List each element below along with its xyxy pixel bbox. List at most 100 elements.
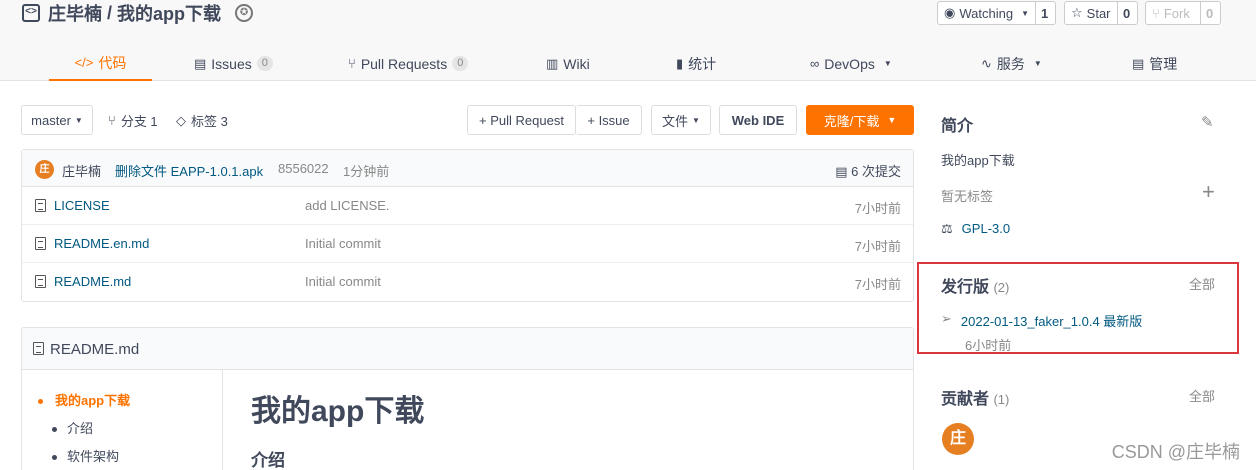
chevron-down-icon: ▼ — [1033, 59, 1042, 68]
pull-request-icon: ⑂ — [348, 56, 356, 71]
commit-time: 1分钟前 — [343, 164, 390, 179]
chart-icon: ▮ — [676, 55, 684, 71]
send-icon: ➢ — [941, 311, 952, 326]
repo-description: 我的app下载 — [941, 153, 1015, 168]
new-issue-button[interactable]: + Issue — [576, 105, 642, 135]
chevron-down-icon: ▼ — [74, 115, 83, 125]
chevron-down-icon: ▼ — [883, 59, 892, 68]
branches-link[interactable]: ⑂ 分支 1 — [108, 111, 158, 130]
file-row[interactable]: README.md Initial commit 7小时前 — [22, 263, 913, 301]
star-count[interactable]: 0 — [1118, 6, 1135, 21]
latest-commit-row: 庄 庄毕楠 删除文件 EAPP-1.0.1.apk 8556022 1分钟前 ▤… — [22, 150, 913, 187]
branch-select[interactable]: master ▼ — [21, 105, 93, 135]
star-button[interactable]: ☆ Star 0 — [1064, 1, 1138, 25]
toc-item[interactable]: 我的app下载 — [38, 390, 130, 409]
file-row[interactable]: README.en.md Initial commit 7小时前 — [22, 225, 913, 263]
tags-link[interactable]: ◇ 标签 3 — [176, 111, 228, 130]
chevron-down-icon: ▼ — [887, 115, 897, 125]
scale-icon: ⚖ — [941, 221, 953, 236]
new-pull-request-button[interactable]: + Pull Request — [467, 105, 576, 135]
fork-button[interactable]: ⑂ Fork 0 — [1145, 1, 1221, 25]
clone-download-button[interactable]: 克隆/下载 ▼ — [806, 105, 914, 135]
file-name[interactable]: LICENSE — [54, 198, 110, 213]
repo-separator: / — [102, 2, 118, 23]
readme-toc: 我的app下载 介绍 软件架构 — [22, 370, 223, 470]
releases-title: 发行版 (2) — [941, 279, 1010, 296]
file-commit-message[interactable]: Initial commit — [305, 274, 381, 289]
file-time: 7小时前 — [854, 277, 901, 292]
tab-devops[interactable]: ∞ DevOps ▼ — [810, 46, 892, 81]
pulse-icon: ∿ — [981, 55, 992, 71]
edit-icon[interactable]: ✎ — [1201, 113, 1214, 131]
star-icon: ☆ — [1071, 5, 1083, 20]
file-commit-message[interactable]: add LICENSE. — [305, 198, 390, 213]
toc-item[interactable]: 软件架构 — [52, 446, 119, 465]
commit-count-link[interactable]: ▤ 6 次提交 — [835, 161, 901, 180]
star-label[interactable]: ☆ Star — [1065, 2, 1118, 24]
file-icon — [35, 275, 46, 288]
tab-code[interactable]: </> 代码 — [49, 46, 152, 81]
add-tag-icon[interactable]: + — [1202, 180, 1215, 204]
commits-icon: ▤ — [835, 164, 848, 179]
chevron-down-icon: ▼ — [1021, 8, 1029, 18]
commit-hash[interactable]: 8556022 — [278, 161, 329, 176]
releases-all-link[interactable]: 全部 — [1189, 274, 1215, 293]
file-menu-button[interactable]: 文件 ▼ — [651, 105, 711, 135]
readme-heading: 我的app下载 — [251, 395, 425, 428]
readme-header: README.md — [22, 328, 913, 370]
csdn-watermark: CSDN @庄毕楠 — [1111, 442, 1240, 462]
tag-icon: ◇ — [176, 112, 186, 128]
latest-release-link[interactable]: ➢ 2022-01-13_faker_1.0.4 最新版 — [941, 311, 1142, 330]
fork-count[interactable]: 0 — [1201, 6, 1218, 21]
readme-panel: README.md 我的app下载 介绍 软件架构 我的app下载 介绍 — [21, 327, 914, 470]
watch-count[interactable]: 1 — [1036, 6, 1053, 21]
file-icon — [33, 342, 44, 355]
file-icon — [35, 199, 46, 212]
branch-icon: ⑂ — [108, 113, 116, 128]
watch-button[interactable]: ◉ Watching ▼ 1 — [937, 1, 1056, 25]
fork-label[interactable]: ⑂ Fork — [1146, 2, 1201, 24]
file-name[interactable]: README.en.md — [54, 236, 149, 251]
license-link[interactable]: ⚖ GPL-3.0 — [941, 221, 1010, 237]
fork-icon: ⑂ — [1152, 5, 1160, 21]
wiki-icon: ▥ — [546, 55, 559, 71]
contributor-avatar[interactable]: 庄 — [942, 423, 974, 455]
code-icon: </> — [74, 55, 94, 70]
repo-owner-link[interactable]: 庄毕楠 — [48, 0, 102, 26]
repo-name-link[interactable]: 我的app下载 — [117, 0, 221, 26]
tab-stats[interactable]: ▮ 统计 — [676, 46, 716, 81]
code-repo-icon: <> — [22, 4, 40, 22]
tab-services[interactable]: ∿ 服务 ▼ — [981, 46, 1042, 81]
recommend-badge-icon[interactable]: ✪ — [235, 4, 254, 22]
release-time: 6小时前 — [965, 338, 1012, 353]
issues-icon: ▤ — [194, 55, 207, 71]
commit-author[interactable]: 庄毕楠 — [62, 161, 101, 180]
author-avatar[interactable]: 庄 — [35, 160, 54, 179]
readme-filename: README.md — [50, 341, 140, 358]
repo-header: <> 庄毕楠 / 我的app下载 ✪ ◉ Watching ▼ 1 ☆ Star… — [0, 0, 1256, 81]
file-commit-message[interactable]: Initial commit — [305, 236, 381, 251]
file-list: 庄 庄毕楠 删除文件 EAPP-1.0.1.apk 8556022 1分钟前 ▤… — [21, 149, 914, 302]
tab-wiki[interactable]: ▥ Wiki — [546, 46, 590, 81]
repo-nav-tabs: </> 代码 ▤ Issues 0 ⑂ Pull Requests 0 ▥ Wi… — [0, 46, 1256, 81]
toc-item[interactable]: 介绍 — [52, 418, 93, 437]
tab-issues[interactable]: ▤ Issues 0 — [194, 46, 273, 81]
repo-title: <> 庄毕楠 / 我的app下载 ✪ — [22, 0, 254, 26]
web-ide-button[interactable]: Web IDE — [719, 105, 797, 135]
readme-subheading: 介绍 — [251, 451, 285, 470]
file-row[interactable]: LICENSE add LICENSE. 7小时前 — [22, 187, 913, 225]
file-time: 7小时前 — [854, 239, 901, 254]
file-icon — [35, 237, 46, 250]
manage-icon: ▤ — [1132, 55, 1145, 71]
contributors-all-link[interactable]: 全部 — [1189, 386, 1215, 405]
contributors-title: 贡献者 (1) — [941, 391, 1010, 408]
issues-count-badge: 0 — [256, 56, 273, 71]
file-time: 7小时前 — [854, 201, 901, 216]
tab-pull-requests[interactable]: ⑂ Pull Requests 0 — [348, 46, 469, 81]
devops-icon: ∞ — [810, 56, 820, 71]
tab-manage[interactable]: ▤ 管理 — [1132, 46, 1177, 81]
commit-message[interactable]: 删除文件 EAPP-1.0.1.apk — [115, 161, 263, 180]
watch-label[interactable]: ◉ Watching ▼ — [938, 2, 1036, 24]
file-name[interactable]: README.md — [54, 274, 131, 289]
no-tags-text: 暂无标签 — [941, 189, 994, 204]
